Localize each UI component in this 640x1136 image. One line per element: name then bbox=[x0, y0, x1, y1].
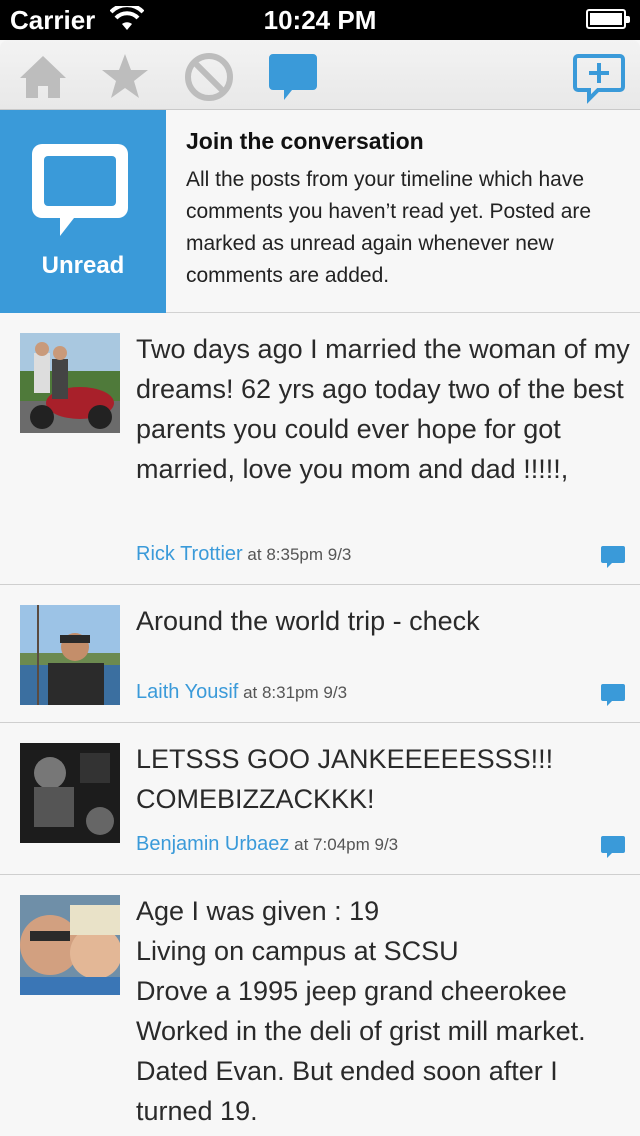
post-text: Age I was given : 19 Living on campus at… bbox=[136, 896, 586, 1126]
post-meta: Rick Trottier at 8:35pm 9/3 bbox=[136, 543, 351, 566]
comment-icon[interactable] bbox=[600, 545, 626, 569]
list-item[interactable]: Age I was given : 19 Living on campus at… bbox=[0, 875, 640, 1135]
post-feed: Two days ago I married the woman of my d… bbox=[0, 313, 640, 1135]
avatar bbox=[20, 333, 120, 433]
post-timestamp: at 8:35pm 9/3 bbox=[247, 545, 352, 564]
blocked-icon[interactable] bbox=[182, 50, 236, 104]
new-message-icon[interactable] bbox=[572, 50, 626, 104]
home-icon[interactable] bbox=[16, 50, 70, 104]
avatar bbox=[20, 743, 120, 843]
post-timestamp: at 7:04pm 9/3 bbox=[294, 835, 399, 854]
clock: 10:24 PM bbox=[263, 5, 377, 35]
post-author-link[interactable]: Rick Trottier bbox=[136, 543, 243, 565]
unread-tile: Unread bbox=[0, 110, 166, 313]
banner-title: Join the conversation bbox=[186, 128, 424, 154]
post-text: LETSSS GOO JANKEEEEESSS!!! COMEBIZZACKKK… bbox=[136, 744, 554, 814]
post-text: Two days ago I married the woman of my d… bbox=[136, 334, 630, 484]
star-icon[interactable] bbox=[98, 50, 152, 104]
post-timestamp: at 8:31pm 9/3 bbox=[243, 683, 348, 702]
status-bar: Carrier 10:24 PM bbox=[0, 0, 640, 40]
avatar bbox=[20, 895, 120, 995]
post-meta: Benjamin Urbaez at 7:04pm 9/3 bbox=[136, 833, 398, 856]
unread-label: Unread bbox=[41, 252, 125, 279]
list-item[interactable]: LETSSS GOO JANKEEEEESSS!!! COMEBIZZACKKK… bbox=[0, 723, 640, 875]
post-author-link[interactable]: Benjamin Urbaez bbox=[136, 833, 289, 855]
battery-icon bbox=[586, 9, 630, 29]
chat-bubble-outline-icon bbox=[32, 144, 128, 236]
post-author-link[interactable]: Laith Yousif bbox=[136, 681, 238, 703]
post-meta: Laith Yousif at 8:31pm 9/3 bbox=[136, 681, 347, 704]
unread-banner: Unread Join the conversation All the pos… bbox=[0, 110, 640, 313]
avatar bbox=[20, 605, 120, 705]
comment-icon[interactable] bbox=[600, 683, 626, 707]
top-toolbar bbox=[0, 40, 640, 110]
list-item[interactable]: Two days ago I married the woman of my d… bbox=[0, 313, 640, 585]
comment-icon[interactable] bbox=[600, 835, 626, 859]
chat-bubble-icon[interactable] bbox=[266, 50, 320, 104]
post-text: Around the world trip - check bbox=[136, 606, 480, 636]
list-item[interactable]: Around the world trip - check Laith Yous… bbox=[0, 585, 640, 723]
banner-description: All the posts from your timeline which h… bbox=[186, 168, 592, 287]
